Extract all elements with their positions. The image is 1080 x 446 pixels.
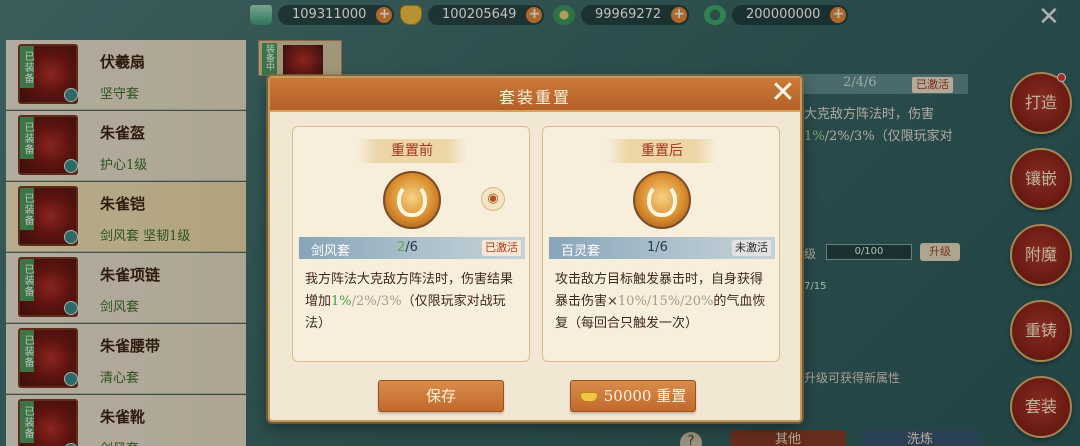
set-info-bar: 百灵套 1/6 未激活	[549, 237, 775, 259]
set-name: 剑风套	[311, 244, 351, 259]
close-icon[interactable]: ✕	[766, 76, 800, 110]
hundred-spirit-set-icon	[633, 171, 691, 229]
status-badge: 已激活	[482, 240, 521, 256]
status-badge: 未激活	[732, 240, 771, 256]
set-description: 我方阵法大克敌方阵法时，伤害结果增加1%/2%/3%（仅限玩家对战玩法）	[305, 272, 514, 331]
eye-icon[interactable]: ◉	[481, 187, 505, 211]
set-name: 百灵套	[561, 244, 601, 259]
set-count: 2/6	[397, 240, 418, 255]
set-description: 攻击敌方目标触发暴击时，自身获得暴击伤害×10%/15%/20%的气血恢复（每回…	[555, 272, 766, 331]
gold-ingot-icon	[579, 392, 598, 402]
sword-wind-set-icon	[383, 171, 441, 229]
dialog-title: 套装重置	[498, 88, 571, 107]
before-panel: 重置前 ◉ 剑风套 2/6 已激活 我方阵法大克敌方阵法时，伤害结果增加1%/2…	[292, 126, 530, 362]
set-count: 1/6	[647, 240, 668, 255]
after-panel: 重置后 百灵套 1/6 未激活 攻击敌方目标触发暴击时，自身获得暴击伤害×10%…	[542, 126, 780, 362]
save-button[interactable]: 保存	[378, 380, 504, 412]
panel-label: 重置前	[357, 139, 467, 163]
reset-button[interactable]: 50000 重置	[570, 380, 696, 412]
dialog-header: 套装重置	[270, 78, 800, 112]
set-reset-dialog: 套装重置 ✕ 重置前 ◉ 剑风套 2/6 已激活 我方阵法大克敌方阵法时，伤害结…	[268, 76, 802, 422]
set-info-bar: 剑风套 2/6 已激活	[299, 237, 525, 259]
reset-label: 重置	[656, 387, 687, 405]
reset-cost: 50000	[603, 387, 652, 405]
panel-label: 重置后	[607, 139, 717, 163]
